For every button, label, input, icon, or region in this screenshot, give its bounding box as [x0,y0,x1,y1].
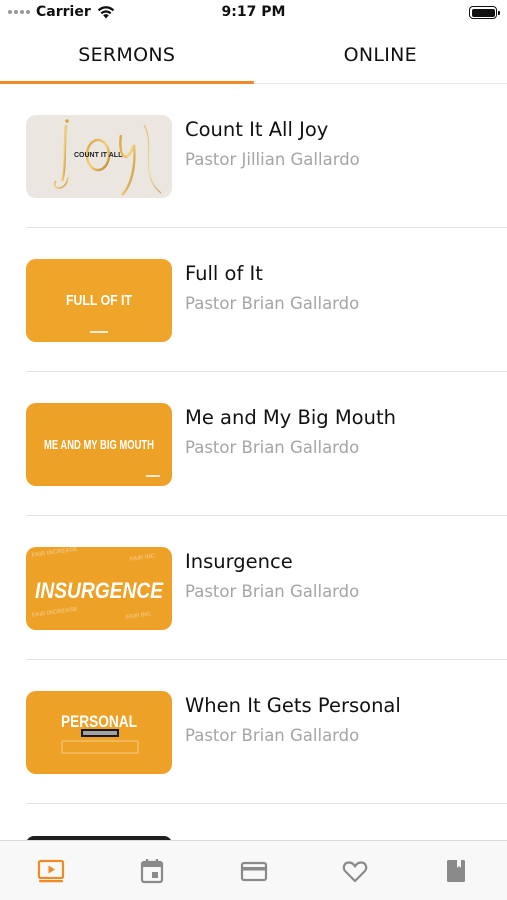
thumb-caption: FULL OF IT [66,292,133,308]
list-item[interactable]: FAIR INCREASE FAIR INCREASE FAIR INC FAI… [0,516,507,660]
credit-card-icon [240,861,267,882]
clock: 9:17 PM [221,4,286,20]
nav-events[interactable] [101,841,202,900]
sermon-title: Count It All Joy [185,118,329,141]
sermon-thumbnail: FAIR INCREASE FAIR INCREASE FAIR INC FAI… [26,547,172,630]
status-bar: Carrier 9:17 PM [0,0,507,26]
list-item[interactable]: PERSONAL When It Gets Personal Pastor Br… [0,660,507,804]
sermon-thumbnail: PERSONAL [26,691,172,774]
list-item[interactable]: FULL OF IT Full of It Pastor Brian Galla… [0,228,507,372]
thumb-caption: INSURGENCE [35,578,164,603]
sermon-list[interactable]: COUNT IT ALL Count It All Joy Pastor Jil… [0,84,507,840]
sermon-speaker: Pastor Brian Gallardo [185,438,360,457]
book-icon [447,860,466,882]
list-item[interactable]: ME AND MY BIG MOUTH Me and My Big Mouth … [0,372,507,516]
sermon-title: Full of It [185,262,263,285]
sermon-speaker: Pastor Brian Gallardo [185,582,360,601]
thumb-caption: COUNT IT ALL [74,152,123,159]
sermon-speaker: Pastor Jillian Gallardo [185,150,360,169]
thumb-caption: PERSONAL [61,712,137,731]
heart-icon [342,861,368,883]
sermon-thumbnail: FULL OF IT [26,259,172,342]
nav-giving[interactable] [203,841,304,900]
bottom-tab-bar [0,840,507,900]
sermon-title: Insurgence [185,550,293,573]
nav-media[interactable] [0,841,101,900]
thumb-caption: ME AND MY BIG MOUTH [44,437,154,452]
tab-sermons[interactable]: SERMONS [0,32,254,84]
sermon-title: When It Gets Personal [185,694,401,717]
sermon-speaker: Pastor Brian Gallardo [185,726,360,745]
nav-library[interactable] [406,841,507,900]
tab-online[interactable]: ONLINE [254,32,507,83]
divider [26,803,507,804]
nav-favorites[interactable] [304,841,405,900]
sermon-thumbnail: COUNT IT ALL [26,115,172,198]
sermon-thumbnail: ME AND MY BIG MOUTH [26,403,172,486]
sermon-speaker: Pastor Brian Gallardo [185,294,360,313]
play-video-icon [37,859,64,883]
sermon-title: Me and My Big Mouth [185,406,396,429]
calendar-icon [141,859,164,884]
battery-icon [469,6,500,19]
segmented-tabs: SERMONS ONLINE [0,32,507,84]
list-item[interactable]: COUNT IT ALL Count It All Joy Pastor Jil… [0,84,507,228]
